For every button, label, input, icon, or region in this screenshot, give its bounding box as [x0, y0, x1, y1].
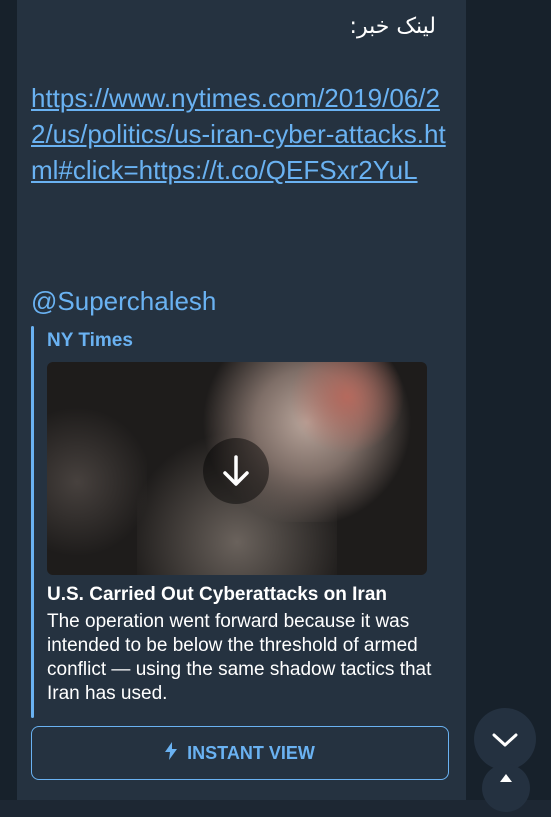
message-bubble: لینک خبر: https://www.nytimes.com/2019/0…: [17, 0, 466, 800]
download-button[interactable]: [203, 438, 269, 504]
news-link-label: لینک خبر:: [349, 14, 436, 39]
lightning-bolt-icon: [165, 741, 178, 765]
mention-button[interactable]: [482, 764, 530, 812]
preview-site-name: NY Times: [47, 330, 133, 351]
preview-accent-bar: [31, 326, 34, 718]
preview-image[interactable]: [47, 362, 427, 575]
scroll-down-button[interactable]: [474, 708, 536, 770]
instant-view-label: INSTANT VIEW: [187, 742, 315, 763]
preview-title: U.S. Carried Out Cyberattacks on Iran: [47, 584, 387, 605]
caret-up-icon: [500, 774, 512, 782]
download-arrow-icon: [223, 455, 249, 486]
channel-mention-link[interactable]: @Superchalesh: [31, 286, 216, 317]
link-preview: NY Times U.S. Carried Out Cyberattacks o…: [31, 326, 451, 718]
chevron-down-icon: [492, 733, 518, 747]
article-url-link[interactable]: https://www.nytimes.com/2019/06/22/us/po…: [31, 80, 451, 188]
instant-view-button[interactable]: INSTANT VIEW: [31, 726, 449, 780]
preview-description: The operation went forward because it wa…: [47, 611, 432, 704]
